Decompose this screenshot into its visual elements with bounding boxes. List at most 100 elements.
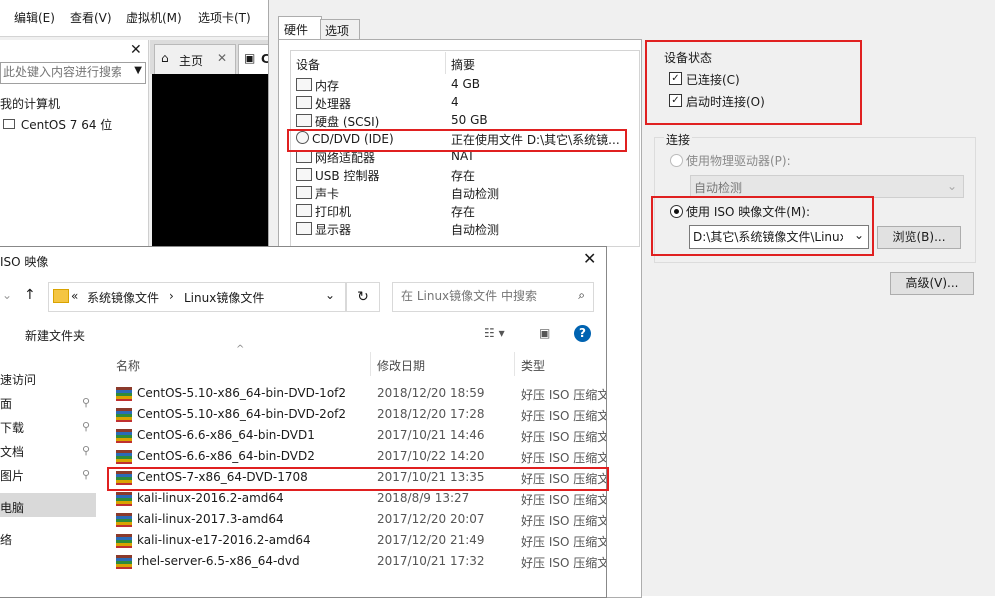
disk-icon (296, 114, 312, 127)
nav-this-pc[interactable]: 电脑 (0, 499, 24, 516)
nav-downloads[interactable]: 下载 (0, 419, 24, 436)
menu-edit[interactable]: 编辑(E) (14, 9, 55, 26)
iso-archive-icon (116, 534, 132, 548)
file-row[interactable]: CentOS-5.10-x86_64-bin-DVD-1of2 2018/12/2… (116, 384, 606, 404)
tree-item-centos[interactable]: CentOS 7 64 位 (3, 116, 112, 133)
file-row[interactable]: CentOS-6.6-x86_64-bin-DVD2 2017/10/22 14:… (116, 447, 606, 467)
close-icon[interactable]: ✕ (583, 249, 596, 268)
device-row[interactable]: 打印机 存在 (296, 203, 636, 221)
nav-quick-access[interactable]: 速访问 (0, 371, 36, 388)
refresh-icon: ↻ (357, 289, 369, 305)
file-name: kali-linux-2017.3-amd64 (137, 512, 284, 526)
vm-console[interactable] (152, 74, 270, 254)
view-options-icon[interactable]: ☷ ▾ (484, 326, 505, 340)
tree-item-label: CentOS 7 64 位 (20, 118, 113, 132)
preview-pane-icon[interactable]: ▣ (539, 326, 550, 340)
pin-icon[interactable]: ⚲ (82, 396, 90, 409)
physical-drive-select[interactable]: 自动检测 ⌄ (690, 175, 964, 198)
file-name: kali-linux-2016.2-amd64 (137, 491, 284, 505)
close-icon[interactable]: ✕ (130, 42, 142, 58)
file-type: 好压 ISO 压缩文 (521, 556, 606, 570)
column-header-date[interactable]: 修改日期 (377, 357, 425, 374)
chevron-down-icon[interactable]: ⌄ (2, 288, 12, 302)
file-row[interactable]: kali-linux-2016.2-amd64 2018/8/9 13:27 好压 … (116, 489, 606, 509)
device-row[interactable]: 处理器 4 (296, 95, 636, 113)
menu-tabs[interactable]: 选项卡(T) (198, 9, 251, 26)
device-row[interactable]: 内存 4 GB (296, 77, 636, 95)
browse-button[interactable]: 浏览(B)... (877, 226, 961, 249)
file-name: rhel-server-6.5-x86_64-dvd (137, 554, 300, 568)
file-type: 好压 ISO 压缩文 (521, 451, 606, 465)
file-row[interactable]: kali-linux-e17-2016.2-amd64 2017/12/20 21… (116, 531, 606, 551)
breadcrumb-item[interactable]: 系统镜像文件 (87, 289, 159, 306)
column-header-type[interactable]: 类型 (521, 357, 545, 374)
file-search-input[interactable] (393, 283, 579, 309)
device-summary: 4 (451, 95, 459, 109)
file-date: 2018/12/20 18:59 (377, 386, 485, 400)
column-header-name[interactable]: 名称 (116, 357, 140, 374)
file-row[interactable]: CentOS-6.6-x86_64-bin-DVD1 2017/10/21 14:… (116, 426, 606, 446)
nav-network[interactable]: 络 (0, 531, 12, 548)
up-arrow-icon[interactable]: ↑ (24, 287, 36, 303)
advanced-button[interactable]: 高级(V)... (890, 272, 974, 295)
menu-bar: 编辑(E) 查看(V) 虚拟机(M) 选项卡(T) (0, 0, 270, 37)
physical-drive-label[interactable]: 使用物理驱动器(P): (686, 152, 791, 169)
memory-icon (296, 78, 312, 91)
pin-icon[interactable]: ⚲ (82, 468, 90, 481)
address-bar[interactable]: « 系统镜像文件 › Linux镜像文件 ⌄ (48, 282, 346, 312)
device-summary: 4 GB (451, 77, 480, 91)
highlight-device-status (645, 40, 862, 125)
breadcrumb-item[interactable]: Linux镜像文件 (184, 289, 264, 306)
chevron-down-icon[interactable]: ⌄ (325, 288, 335, 302)
sort-up-icon: ^ (236, 344, 245, 355)
printer-icon (296, 204, 312, 217)
close-icon[interactable]: ✕ (217, 51, 227, 65)
file-name: kali-linux-e17-2016.2-amd64 (137, 533, 311, 547)
file-search[interactable]: ⌕ (392, 282, 594, 312)
device-row[interactable]: 声卡 自动检测 (296, 185, 636, 203)
library-search[interactable]: ▼ (0, 62, 146, 84)
refresh-button[interactable]: ↻ (346, 282, 380, 312)
cpu-icon (296, 96, 312, 109)
pin-icon[interactable]: ⚲ (82, 444, 90, 457)
pin-icon[interactable]: ⚲ (82, 420, 90, 433)
help-icon[interactable]: ? (574, 325, 591, 342)
tab-hardware[interactable]: 硬件 (278, 16, 322, 41)
new-folder-button[interactable]: 新建文件夹 (25, 327, 85, 344)
column-header-device[interactable]: 设备 (296, 56, 320, 73)
file-row[interactable]: CentOS-5.10-x86_64-bin-DVD-2of2 2018/12/2… (116, 405, 606, 425)
device-row[interactable]: 显示器 自动检测 (296, 221, 636, 239)
device-name: 网络适配器 (315, 151, 376, 165)
display-icon (296, 222, 312, 235)
nav-documents[interactable]: 文档 (0, 443, 24, 460)
physical-drive-radio[interactable] (670, 154, 683, 167)
dialog-title: ISO 映像 (0, 255, 49, 269)
device-summary: 50 GB (451, 113, 488, 127)
file-date: 2017/12/20 21:49 (377, 533, 485, 547)
chevron-down-icon: ⌄ (946, 179, 957, 193)
nav-pictures[interactable]: 图片 (0, 467, 24, 484)
highlight-iso (651, 196, 874, 256)
physical-drive-value: 自动检测 (694, 181, 743, 195)
vm-icon (3, 119, 15, 129)
column-header-summary[interactable]: 摘要 (451, 56, 475, 73)
breadcrumb-overflow[interactable]: « (71, 289, 78, 303)
device-row[interactable]: USB 控制器 存在 (296, 167, 636, 185)
device-summary: 存在 (451, 169, 476, 183)
folder-icon (53, 289, 69, 303)
nav-desktop[interactable]: 面 (0, 395, 12, 412)
device-name: 声卡 (315, 187, 340, 201)
library-search-input[interactable] (1, 63, 123, 81)
menu-view[interactable]: 查看(V) (70, 9, 112, 26)
tab-home-label: 主页 (179, 54, 204, 68)
tree-item-my-computer[interactable]: 我的计算机 (0, 95, 60, 112)
menu-vm[interactable]: 虚拟机(M) (126, 9, 182, 26)
tab-home[interactable]: ⌂ 主页 ✕ (154, 44, 236, 75)
file-date: 2018/8/9 13:27 (377, 491, 470, 505)
file-row[interactable]: kali-linux-2017.3-amd64 2017/12/20 20:07 好… (116, 510, 606, 530)
file-row[interactable]: rhel-server-6.5-x86_64-dvd 2017/10/21 17:… (116, 552, 606, 572)
tab-options[interactable]: 选项 (320, 19, 360, 40)
file-date: 2017/10/21 14:46 (377, 428, 485, 442)
device-summary: 存在 (451, 205, 476, 219)
chevron-down-icon[interactable]: ▼ (134, 65, 142, 76)
